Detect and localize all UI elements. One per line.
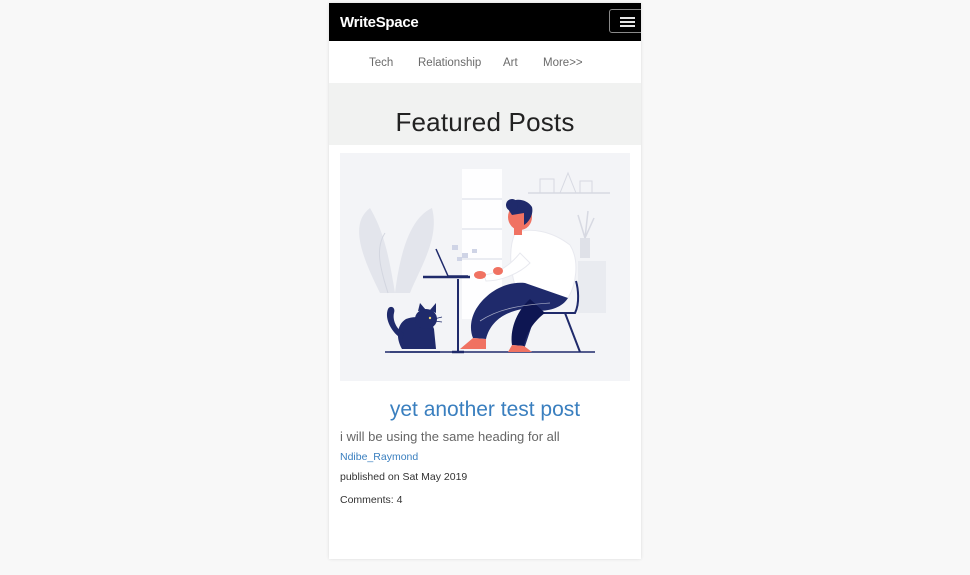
post-comment-count: Comments: 4 — [340, 494, 403, 506]
category-link-art[interactable]: Art — [503, 57, 518, 69]
post-excerpt: i will be using the same heading for all — [340, 429, 560, 444]
category-link-relationship[interactable]: Relationship — [418, 57, 481, 69]
hamburger-menu-icon[interactable] — [609, 9, 641, 33]
mobile-viewport: WriteSpace Tech Relationship Art More>> … — [329, 3, 641, 559]
menu-bar — [620, 17, 635, 19]
category-link-tech[interactable]: Tech — [369, 57, 393, 69]
category-link-more[interactable]: More>> — [543, 57, 583, 69]
page-title: Featured Posts — [395, 107, 575, 137]
post-thumbnail[interactable] — [340, 153, 630, 381]
person-laptop-cat-illustration — [359, 169, 610, 354]
menu-bar — [620, 25, 635, 27]
post-title-link[interactable]: yet another test post — [329, 398, 641, 422]
post-author-link[interactable]: Ndibe_Raymond — [340, 451, 418, 463]
category-nav: Tech Relationship Art More>> — [329, 41, 641, 83]
post-published-date: published on Sat May 2019 — [340, 471, 468, 483]
navbar: WriteSpace — [329, 3, 641, 41]
menu-bar — [620, 21, 635, 23]
brand-logo[interactable]: WriteSpace — [340, 14, 419, 31]
